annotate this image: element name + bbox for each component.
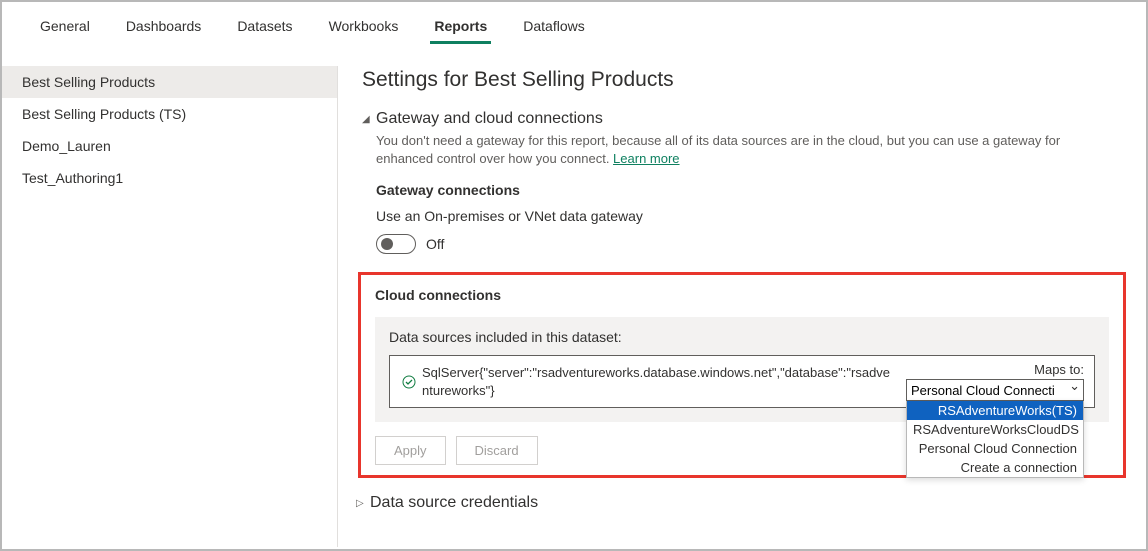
datasource-text: SqlServer{"server":"rsadventureworks.dat…	[422, 364, 902, 399]
learn-more-link[interactable]: Learn more	[613, 151, 679, 166]
maps-to-select[interactable]: Personal Cloud Connecti	[906, 379, 1084, 401]
dropdown-item-create-connection[interactable]: Create a connection	[907, 458, 1083, 477]
cloud-connections-title: Cloud connections	[375, 287, 1109, 303]
discard-button[interactable]: Discard	[456, 436, 538, 465]
tab-reports[interactable]: Reports	[416, 10, 505, 42]
gateway-toggle-state: Off	[426, 236, 444, 252]
sidebar-item-best-selling-products[interactable]: Best Selling Products	[2, 66, 337, 98]
maps-to-label: Maps to:	[906, 362, 1084, 377]
datasource-panel: Data sources included in this dataset: S…	[375, 317, 1109, 422]
status-ok-icon	[400, 375, 418, 389]
sidebar-item-demo-lauren[interactable]: Demo_Lauren	[2, 130, 337, 162]
page-title: Settings for Best Selling Products	[362, 68, 1118, 92]
cloud-connections-highlight: Cloud connections Data sources included …	[358, 272, 1126, 478]
gateway-use-label: Use an On-premises or VNet data gateway	[376, 208, 1118, 224]
toggle-knob-icon	[381, 238, 393, 250]
gateway-section-desc: You don't need a gateway for this report…	[376, 132, 1118, 168]
caret-down-icon: ◢	[362, 114, 372, 125]
tab-dataflows[interactable]: Dataflows	[505, 10, 602, 42]
gateway-toggle[interactable]	[376, 234, 416, 254]
tab-dashboards[interactable]: Dashboards	[108, 10, 220, 42]
dropdown-item-rsadventureworks-ts[interactable]: RSAdventureWorks(TS)	[907, 401, 1083, 420]
sidebar-item-test-authoring1[interactable]: Test_Authoring1	[2, 162, 337, 194]
sidebar: Best Selling Products Best Selling Produ…	[2, 66, 337, 547]
tab-bar: General Dashboards Datasets Workbooks Re…	[2, 2, 1146, 42]
main-panel: Settings for Best Selling Products ◢ Gat…	[337, 66, 1146, 547]
gateway-section-title: Gateway and cloud connections	[376, 110, 603, 128]
caret-right-icon: ▷	[356, 498, 366, 509]
dropdown-item-rsadventureworks-cloudds[interactable]: RSAdventureWorksCloudDS	[907, 420, 1083, 439]
tab-workbooks[interactable]: Workbooks	[311, 10, 417, 42]
tab-datasets[interactable]: Datasets	[219, 10, 310, 42]
datasource-panel-label: Data sources included in this dataset:	[389, 329, 1095, 345]
gateway-section-header[interactable]: ◢ Gateway and cloud connections	[362, 110, 1118, 128]
tab-general[interactable]: General	[22, 10, 108, 42]
credentials-section-header[interactable]: ▷ Data source credentials	[356, 494, 1118, 512]
credentials-section-title: Data source credentials	[370, 494, 538, 512]
maps-to-dropdown: RSAdventureWorks(TS) RSAdventureWorksClo…	[906, 401, 1084, 478]
gateway-desc-text: You don't need a gateway for this report…	[376, 133, 1060, 166]
datasource-row: SqlServer{"server":"rsadventureworks.dat…	[389, 355, 1095, 408]
sidebar-item-best-selling-products-ts[interactable]: Best Selling Products (TS)	[2, 98, 337, 130]
gateway-connections-title: Gateway connections	[376, 182, 1118, 198]
dropdown-item-personal-cloud-connection[interactable]: Personal Cloud Connection	[907, 439, 1083, 458]
apply-button[interactable]: Apply	[375, 436, 446, 465]
